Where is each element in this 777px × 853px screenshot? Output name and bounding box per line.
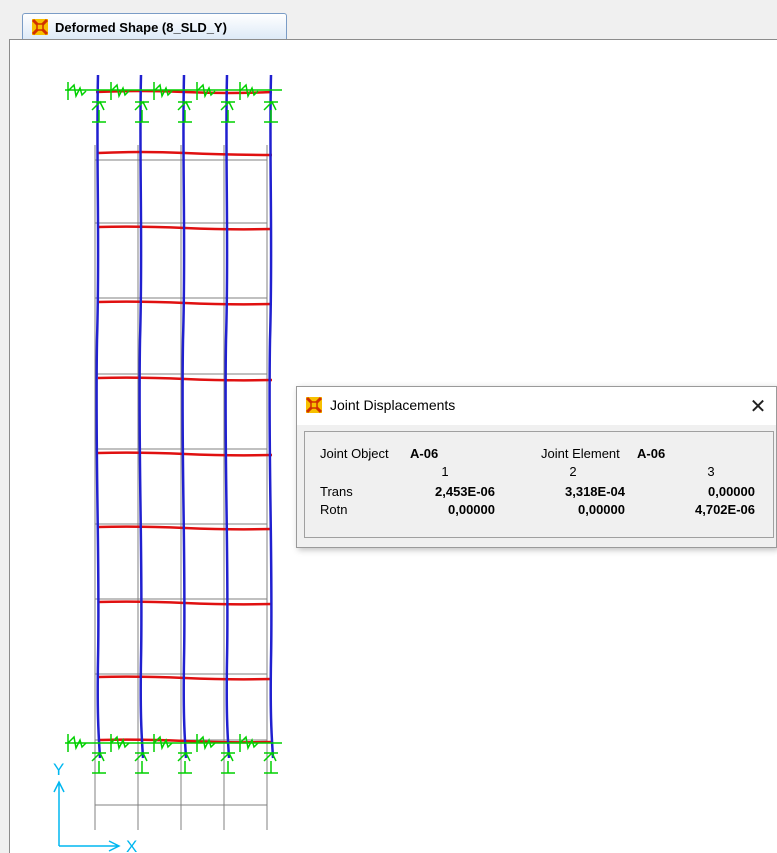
joint-displacements-dialog[interactable]: Joint Displacements ✕ Joint Object A-06 …	[296, 386, 777, 548]
trans-value-3: 0,00000	[708, 484, 755, 499]
dialog-title: Joint Displacements	[330, 397, 456, 413]
row-label-trans: Trans	[320, 484, 353, 499]
rotn-value-1: 0,00000	[448, 502, 495, 517]
rotn-value-3: 4,702E-06	[695, 502, 755, 517]
joint-object-label: Joint Object	[320, 446, 389, 461]
tab-deformed-shape[interactable]: Deformed Shape (8_SLD_Y)	[22, 13, 287, 40]
deformed-columns	[95, 74, 275, 759]
x-axis-label: X	[126, 837, 137, 853]
joint-element-value: A-06	[637, 446, 666, 461]
dialog-titlebar[interactable]: Joint Displacements ✕	[297, 387, 776, 425]
undeformed-frame	[94, 145, 268, 830]
column-header-2: 2	[569, 464, 577, 479]
trans-value-2: 3,318E-04	[565, 484, 625, 499]
app-logo-icon	[31, 18, 49, 36]
y-axis-label: Y	[53, 760, 64, 779]
column-header-3: 3	[707, 464, 715, 479]
column-header-1: 1	[441, 464, 449, 479]
joint-object-value: A-06	[410, 446, 439, 461]
displacement-panel: Joint Object A-06 Joint Element A-06 1 2…	[304, 431, 774, 538]
joint-element-label: Joint Element	[541, 446, 620, 461]
app-logo-icon	[305, 396, 323, 414]
document-tab-bar: Deformed Shape (8_SLD_Y)	[0, 0, 777, 40]
axis-triad	[53, 780, 121, 852]
close-icon[interactable]: ✕	[740, 387, 776, 425]
row-label-rotn: Rotn	[320, 502, 348, 517]
trans-value-1: 2,453E-06	[435, 484, 495, 499]
tab-title: Deformed Shape (8_SLD_Y)	[55, 19, 227, 35]
rotn-value-2: 0,00000	[578, 502, 625, 517]
